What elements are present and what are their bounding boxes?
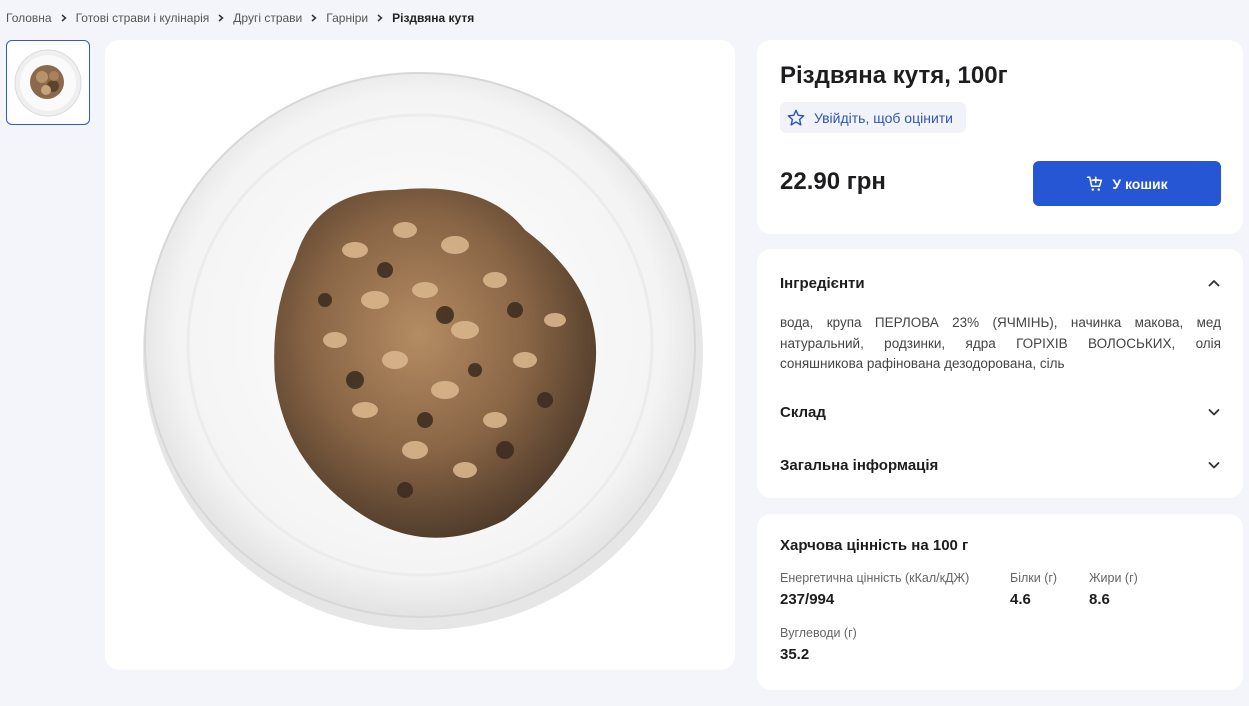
chevron-right-icon	[60, 14, 68, 22]
breadcrumb: Головна Готові страви і кулінарія Другі …	[6, 10, 474, 26]
chevron-right-icon	[217, 14, 225, 22]
composition-title: Склад	[780, 403, 826, 421]
fat-value: 8.6	[1089, 591, 1110, 608]
add-to-cart-label: У кошик	[1112, 175, 1168, 192]
product-title: Різдвяна кутя, 100г	[780, 62, 1008, 89]
carbs-value: 35.2	[780, 646, 810, 663]
product-main-image[interactable]	[105, 40, 735, 670]
rating-prompt-label: Увійдіть, щоб оцінити	[814, 109, 953, 126]
cart-add-icon	[1087, 176, 1103, 191]
chevron-right-icon	[310, 14, 318, 22]
chevron-up-icon	[1208, 280, 1220, 287]
product-info-card: Різдвяна кутя, 100г Увійдіть, щоб оцінит…	[757, 40, 1243, 234]
product-price: 22.90 грн	[780, 168, 886, 195]
product-thumbnail[interactable]	[6, 40, 90, 125]
protein-value: 4.6	[1010, 591, 1031, 608]
add-to-cart-button[interactable]: У кошик	[1033, 161, 1221, 206]
ingredients-text: вода, крупа ПЕРЛОВА 23% (ЯЧМІНЬ), начинк…	[780, 315, 1221, 371]
nutrition-protein: Білки (г) 4.6	[1010, 571, 1057, 608]
nutrition-carbs: Вуглеводи (г) 35.2	[780, 626, 857, 663]
rating-login-prompt[interactable]: Увійдіть, щоб оцінити	[780, 102, 966, 133]
energy-value: 237/994	[780, 591, 835, 608]
breadcrumb-home[interactable]: Головна	[6, 11, 52, 25]
chevron-down-icon	[1208, 462, 1220, 469]
kutia-thumbnail-image	[14, 49, 82, 116]
star-outline-icon	[787, 109, 805, 126]
accordion-general-info-header[interactable]: Загальна інформація	[780, 454, 1221, 476]
chevron-down-icon	[1208, 409, 1220, 416]
product-details-card: Інгредієнти вода, крупа ПЕРЛОВА 23% (ЯЧМ…	[757, 249, 1243, 498]
nutrition-fat: Жири (г) 8.6	[1089, 571, 1138, 608]
accordion-ingredients-header[interactable]: Інгредієнти	[780, 272, 1221, 294]
breadcrumb-ready-meals[interactable]: Готові страви і кулінарія	[76, 11, 210, 25]
breadcrumb-current: Різдвяна кутя	[392, 11, 475, 25]
chevron-right-icon	[376, 14, 384, 22]
nutrition-card: Харчова цінність на 100 г Енергетична ці…	[757, 514, 1243, 690]
nutrition-title: Харчова цінність на 100 г	[780, 537, 969, 554]
breadcrumb-main-courses[interactable]: Другі страви	[233, 11, 302, 25]
carbs-label: Вуглеводи (г)	[780, 626, 857, 640]
breadcrumb-side-dishes[interactable]: Гарніри	[326, 11, 368, 25]
nutrition-energy: Енергетична цінність (кКал/кДЖ) 237/994	[780, 571, 969, 608]
kutia-plate-image	[143, 72, 703, 630]
ingredients-title: Інгредієнти	[780, 274, 865, 292]
fat-label: Жири (г)	[1089, 571, 1138, 585]
accordion-composition-header[interactable]: Склад	[780, 401, 1221, 423]
energy-label: Енергетична цінність (кКал/кДЖ)	[780, 571, 970, 585]
general-info-title: Загальна інформація	[780, 456, 939, 474]
protein-label: Білки (г)	[1010, 571, 1058, 585]
